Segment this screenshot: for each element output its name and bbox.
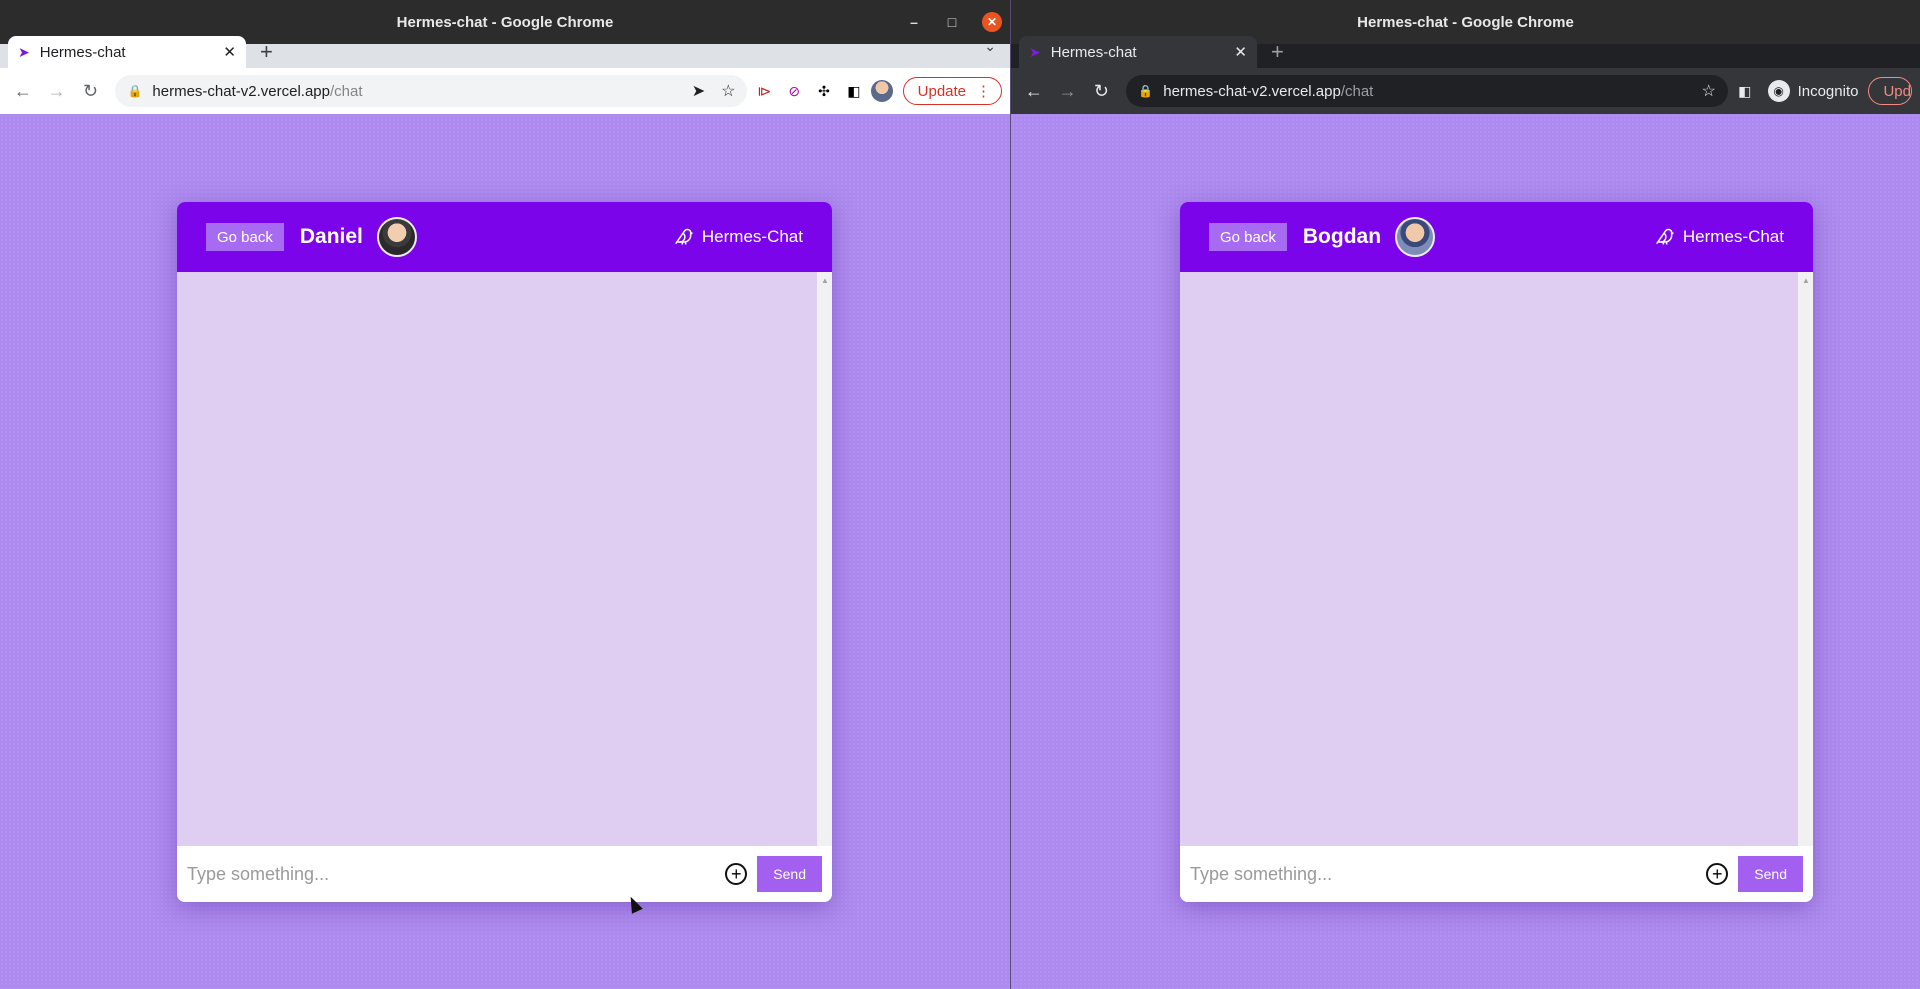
close-window-icon[interactable]: ✕ bbox=[982, 12, 1002, 32]
address-bar[interactable]: 🔒 hermes-chat-v2.vercel.app/chat ☆ bbox=[1126, 75, 1728, 107]
close-tab-icon[interactable]: ✕ bbox=[1234, 43, 1247, 61]
extension-icon[interactable]: ⧐ bbox=[751, 78, 777, 104]
avatar bbox=[376, 217, 417, 257]
tab-strip: ➤ Hermes-chat ✕ + bbox=[1011, 36, 1920, 68]
send-page-icon[interactable]: ➤ bbox=[692, 81, 705, 101]
update-button[interactable]: Upd bbox=[1868, 77, 1912, 105]
scroll-up-icon[interactable]: ▲ bbox=[1802, 276, 1810, 285]
forward-arrow-icon[interactable]: → bbox=[1053, 76, 1083, 106]
back-arrow-icon[interactable]: ← bbox=[8, 76, 38, 106]
message-composer: + Send bbox=[177, 846, 832, 902]
message-input[interactable] bbox=[1190, 863, 1707, 885]
window-title: Hermes-chat - Google Chrome bbox=[396, 13, 614, 31]
scroll-up-icon[interactable]: ▲ bbox=[821, 276, 829, 285]
messages-area[interactable]: ▲ bbox=[177, 272, 832, 846]
forward-arrow-icon[interactable]: → bbox=[42, 76, 72, 106]
chat-panel: Go back Daniel Hermes-Chat ▲ + Send bbox=[177, 202, 832, 902]
message-composer: + Send bbox=[1180, 846, 1813, 902]
message-input[interactable] bbox=[187, 863, 726, 885]
page-background: Go back Bogdan Hermes-Chat ▲ + Send bbox=[1011, 114, 1920, 989]
side-panel-icon[interactable]: ◧ bbox=[1732, 78, 1758, 104]
chrome-window-right: Hermes-chat - Google Chrome – ➤ Hermes-c… bbox=[1011, 0, 1920, 989]
go-back-button[interactable]: Go back bbox=[206, 223, 284, 251]
chrome-window-left: Hermes-chat - Google Chrome – □ ✕ ➤ Herm… bbox=[0, 0, 1010, 989]
close-tab-icon[interactable]: ✕ bbox=[223, 43, 236, 61]
side-panel-icon[interactable]: ◧ bbox=[841, 78, 867, 104]
browser-toolbar: ← → ↻ 🔒 hermes-chat-v2.vercel.app/chat ☆… bbox=[1011, 68, 1920, 114]
send-button[interactable]: Send bbox=[757, 856, 822, 892]
brand: Hermes-Chat bbox=[674, 227, 803, 247]
new-tab-icon[interactable]: + bbox=[260, 36, 273, 68]
send-button[interactable]: Send bbox=[1738, 856, 1803, 892]
tab-search-icon[interactable]: ⌄ bbox=[984, 38, 996, 55]
reload-icon[interactable]: ↻ bbox=[1087, 76, 1117, 106]
block-extension-icon[interactable]: ⊘ bbox=[781, 78, 807, 104]
avatar bbox=[1395, 217, 1436, 257]
chat-user-name: Bogdan bbox=[1302, 225, 1382, 248]
brand: Hermes-Chat bbox=[1655, 227, 1784, 247]
browser-toolbar: ← → ↻ 🔒 hermes-chat-v2.vercel.app/chat ➤… bbox=[0, 68, 1010, 114]
page-background: Go back Daniel Hermes-Chat ▲ + Send bbox=[0, 114, 1010, 989]
browser-tab[interactable]: ➤ Hermes-chat ✕ bbox=[8, 36, 246, 68]
hermes-bird-icon: ➤ bbox=[18, 43, 30, 60]
maximize-icon[interactable]: □ bbox=[944, 14, 960, 30]
bookmark-star-icon[interactable]: ☆ bbox=[1701, 81, 1715, 101]
puzzle-extensions-icon[interactable]: ✣ bbox=[811, 78, 837, 104]
window-title: Hermes-chat - Google Chrome bbox=[1357, 13, 1574, 31]
messages-scrollbar[interactable]: ▲ bbox=[1798, 272, 1813, 846]
address-bar[interactable]: 🔒 hermes-chat-v2.vercel.app/chat ➤ ☆ bbox=[115, 75, 748, 107]
messages-area[interactable]: ▲ bbox=[1180, 272, 1813, 846]
bird-icon bbox=[1655, 228, 1674, 245]
brand-name: Hermes-Chat bbox=[701, 227, 803, 246]
messages-scrollbar[interactable]: ▲ bbox=[817, 272, 832, 846]
url-text[interactable]: hermes-chat-v2.vercel.app/chat bbox=[152, 83, 362, 100]
add-attachment-icon[interactable]: + bbox=[725, 863, 748, 885]
tab-strip: ➤ Hermes-chat ✕ + ⌄ bbox=[0, 36, 1010, 68]
incognito-icon: ◉ bbox=[1767, 80, 1790, 102]
minimize-icon[interactable]: – bbox=[906, 14, 922, 30]
brand-name: Hermes-Chat bbox=[1682, 227, 1784, 246]
url-text[interactable]: hermes-chat-v2.vercel.app/chat bbox=[1163, 83, 1373, 100]
add-attachment-icon[interactable]: + bbox=[1706, 863, 1729, 885]
tab-title: Hermes-chat bbox=[39, 43, 126, 61]
chat-header: Go back Bogdan Hermes-Chat bbox=[1180, 202, 1813, 272]
lock-icon[interactable]: 🔒 bbox=[1138, 84, 1153, 98]
kebab-menu-icon[interactable]: ⋮ bbox=[976, 82, 991, 100]
bookmark-star-icon[interactable]: ☆ bbox=[721, 81, 735, 101]
profile-avatar[interactable] bbox=[870, 80, 893, 102]
go-back-button[interactable]: Go back bbox=[1209, 223, 1287, 251]
incognito-label: Incognito bbox=[1797, 82, 1859, 100]
tab-title: Hermes-chat bbox=[1050, 43, 1137, 61]
browser-tab[interactable]: ➤ Hermes-chat ✕ bbox=[1019, 36, 1257, 68]
new-tab-icon[interactable]: + bbox=[1271, 36, 1284, 68]
lock-icon[interactable]: 🔒 bbox=[127, 84, 142, 98]
chat-header: Go back Daniel Hermes-Chat bbox=[177, 202, 832, 272]
bird-icon bbox=[674, 228, 693, 245]
chat-panel: Go back Bogdan Hermes-Chat ▲ + Send bbox=[1180, 202, 1813, 902]
chat-user-name: Daniel bbox=[299, 225, 363, 248]
update-button[interactable]: Update ⋮ bbox=[902, 77, 1003, 105]
reload-icon[interactable]: ↻ bbox=[76, 76, 106, 106]
incognito-indicator[interactable]: ◉ Incognito bbox=[1767, 80, 1859, 102]
hermes-bird-icon: ➤ bbox=[1029, 43, 1041, 60]
back-arrow-icon[interactable]: ← bbox=[1019, 76, 1049, 106]
